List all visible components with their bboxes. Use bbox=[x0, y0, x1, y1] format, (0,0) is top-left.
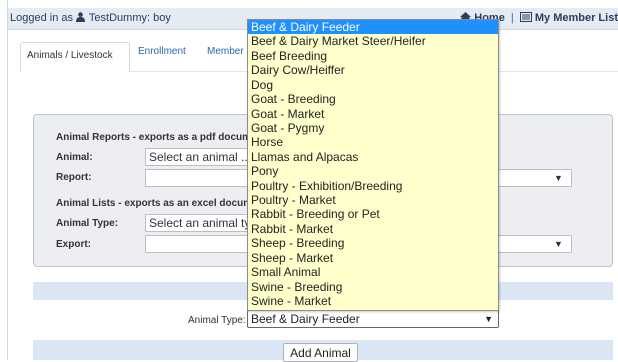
dropdown-option[interactable]: Small Animal bbox=[248, 265, 498, 279]
dropdown-option[interactable]: Sheep - Market bbox=[248, 251, 498, 265]
add-animal-button[interactable]: Add Animal bbox=[283, 343, 358, 362]
dropdown-option[interactable]: Beef & Dairy Market Steer/Heifer bbox=[248, 34, 498, 48]
page-left-border bbox=[7, 0, 8, 360]
export-label: Export: bbox=[56, 239, 91, 250]
dropdown-option[interactable]: Rabbit - Breeding or Pet bbox=[248, 207, 498, 221]
animal-label: Animal: bbox=[56, 152, 93, 163]
animal-select[interactable]: Select an animal ... bbox=[145, 148, 255, 166]
dropdown-option[interactable]: Poultry - Market bbox=[248, 193, 498, 207]
link-separator: | bbox=[510, 12, 514, 24]
my-member-list-link[interactable]: My Member List bbox=[535, 12, 618, 24]
animal-type-select[interactable]: Select an animal type bbox=[145, 214, 255, 232]
dropdown-option[interactable]: Goat - Market bbox=[248, 107, 498, 121]
dropdown-option[interactable]: Goat - Pygmy bbox=[248, 121, 498, 135]
dropdown-option[interactable]: Poultry - Exhibition/Breeding bbox=[248, 179, 498, 193]
list-icon bbox=[519, 12, 532, 22]
report-label: Report: bbox=[56, 172, 92, 183]
tab-member[interactable]: Member bbox=[207, 46, 244, 57]
animal-type-dropdown-list[interactable]: Beef & Dairy Feeder Beef & Dairy Market S… bbox=[247, 19, 499, 311]
dropdown-option[interactable]: Beef & Dairy Feeder bbox=[248, 20, 498, 35]
tab-animals-livestock[interactable]: Animals / Livestock bbox=[20, 42, 130, 72]
logged-in-prefix: Logged in as bbox=[10, 12, 73, 24]
dropdown-option[interactable]: Pony bbox=[248, 164, 498, 178]
add-animal-type-value: Beef & Dairy Feeder bbox=[251, 312, 360, 326]
dropdown-option[interactable]: Dog bbox=[248, 78, 498, 92]
user-icon bbox=[76, 12, 86, 22]
add-animal-type-label: Animal Type: bbox=[188, 315, 246, 326]
dropdown-option[interactable]: Dairy Cow/Heiffer bbox=[248, 63, 498, 77]
chevron-down-icon: ▼ bbox=[554, 173, 563, 183]
chevron-down-icon: ▼ bbox=[554, 239, 563, 249]
dropdown-option[interactable]: Beef Breeding bbox=[248, 49, 498, 63]
dropdown-option[interactable]: Llamas and Alpacas bbox=[248, 150, 498, 164]
dropdown-option[interactable]: Swine - Market bbox=[248, 294, 498, 308]
animal-type-label: Animal Type: bbox=[56, 218, 119, 229]
dropdown-option[interactable]: Sheep - Breeding bbox=[248, 236, 498, 250]
logged-in-info: Logged in as TestDummy: boy bbox=[10, 12, 171, 24]
animal-lists-heading: Animal Lists - exports as an excel docum… bbox=[56, 198, 268, 209]
chevron-down-icon: ▼ bbox=[484, 314, 493, 324]
tab-enrollment[interactable]: Enrollment bbox=[138, 46, 186, 57]
username: TestDummy: boy bbox=[88, 12, 171, 24]
dropdown-option[interactable]: Swine - Breeding bbox=[248, 280, 498, 294]
animal-reports-heading: Animal Reports - exports as a pdf docume… bbox=[56, 132, 267, 143]
dropdown-option[interactable]: Rabbit - Market bbox=[248, 222, 498, 236]
dropdown-option[interactable]: Goat - Breeding bbox=[248, 92, 498, 106]
add-animal-type-select[interactable]: Beef & Dairy Feeder ▼ bbox=[247, 310, 499, 328]
dropdown-option[interactable]: Horse bbox=[248, 135, 498, 149]
